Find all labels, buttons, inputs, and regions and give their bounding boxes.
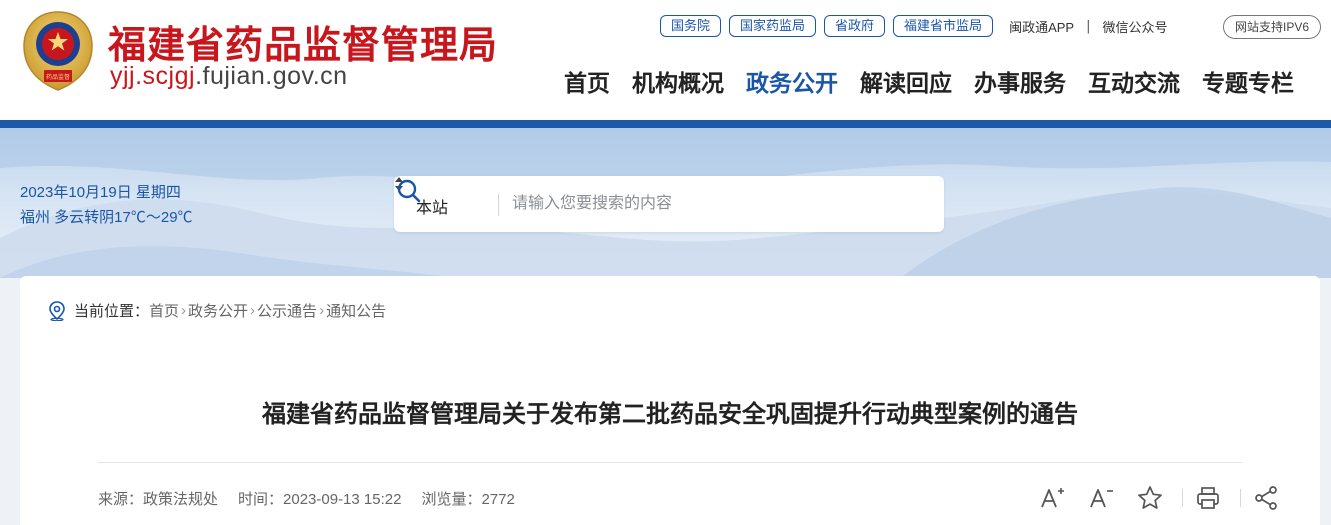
breadcrumb-arrow: › (181, 302, 187, 319)
tool-separator (1240, 489, 1241, 507)
site-name[interactable]: 福建省药品监督管理局 (108, 14, 498, 69)
nav-services[interactable]: 办事服务 (974, 64, 1066, 98)
site-header: 药品监督 福建省药品监督管理局 yjj.scjgj.fujian.gov.cn … (0, 0, 1331, 120)
tool-separator (1182, 489, 1183, 507)
article-title: 福建省药品监督管理局关于发布第二批药品安全巩固提升行动典型案例的通告 (262, 400, 1078, 428)
font-decrease-icon[interactable] (1084, 481, 1118, 515)
share-icon[interactable] (1249, 481, 1283, 515)
nav-interpretation[interactable]: 解读回应 (860, 64, 952, 98)
link-wechat[interactable]: 微信公众号 (1102, 17, 1167, 36)
nav-government-affairs[interactable]: 政务公开 (746, 64, 838, 98)
search-icon[interactable] (394, 176, 424, 206)
breadcrumb: 当前位置： 首页 › 政务公开 › 公示通告 › 通知公告 (48, 300, 386, 321)
domain-red-part: yjj.scjgj (110, 62, 196, 90)
article-time: 时间：2023-09-13 15:22 (238, 491, 402, 508)
main-nav: 首页 机构概况 政务公开 解读回应 办事服务 互动交流 专题专栏 (564, 64, 1294, 98)
site-domain: yjj.scjgj.fujian.gov.cn (110, 62, 348, 91)
link-market-supervision[interactable]: 福建省市监局 (893, 15, 994, 37)
emblem-logo-icon[interactable]: 药品监督 (20, 10, 96, 96)
breadcrumb-home[interactable]: 首页 (149, 300, 179, 321)
article-views: 浏览量：2772 (421, 491, 515, 508)
weather-info: 福州 多云转阴17℃～29℃ (20, 209, 193, 226)
current-date: 2023年10月19日 星期四 (20, 184, 181, 201)
search-divider (498, 194, 499, 216)
print-icon[interactable] (1191, 481, 1225, 515)
search-bar: 本站 (394, 176, 944, 232)
header-divider-bar (0, 120, 1331, 128)
breadcrumb-notices[interactable]: 通知公告 (326, 300, 386, 321)
link-mzt-app[interactable]: 闽政通APP (1009, 17, 1074, 36)
top-separator: | (1086, 18, 1091, 34)
article-source: 来源：政策法规处 (98, 491, 219, 508)
nav-special-topics[interactable]: 专题专栏 (1202, 64, 1294, 98)
ipv6-badge: 网站支持IPV6 (1223, 15, 1322, 39)
nav-home[interactable]: 首页 (564, 64, 610, 98)
link-provincial-gov[interactable]: 省政府 (824, 15, 886, 37)
nav-interaction[interactable]: 互动交流 (1088, 64, 1180, 98)
link-state-council[interactable]: 国务院 (660, 15, 722, 37)
domain-rest-part: .fujian.gov.cn (195, 62, 348, 90)
article-tools (1020, 481, 1283, 515)
font-increase-icon[interactable] (1035, 481, 1069, 515)
article-card: 当前位置： 首页 › 政务公开 › 公示通告 › 通知公告 福建省药品监督管理局… (20, 276, 1320, 525)
link-nmpa[interactable]: 国家药监局 (729, 15, 817, 37)
breadcrumb-announcements[interactable]: 公示通告 (257, 300, 317, 321)
location-pin-icon (49, 300, 65, 321)
nav-organization[interactable]: 机构概况 (632, 64, 724, 98)
breadcrumb-arrow: › (319, 302, 325, 319)
favorite-star-icon[interactable] (1133, 481, 1167, 515)
breadcrumb-government-affairs[interactable]: 政务公开 (188, 300, 248, 321)
banner: 2023年10月19日 星期四 福州 多云转阴17℃～29℃ 本站 (0, 128, 1331, 278)
top-links: 国务院 国家药监局 省政府 福建省市监局 闽政通APP | 微信公众号 (660, 15, 1167, 37)
breadcrumb-arrow: › (250, 302, 256, 319)
title-divider (98, 462, 1242, 463)
article-meta: 来源：政策法规处 时间：2023-09-13 15:22 浏览量：2772 (98, 488, 535, 509)
search-input[interactable] (512, 190, 872, 218)
breadcrumb-label: 当前位置： (74, 303, 150, 320)
emblem-text: 药品监督 (46, 73, 70, 81)
